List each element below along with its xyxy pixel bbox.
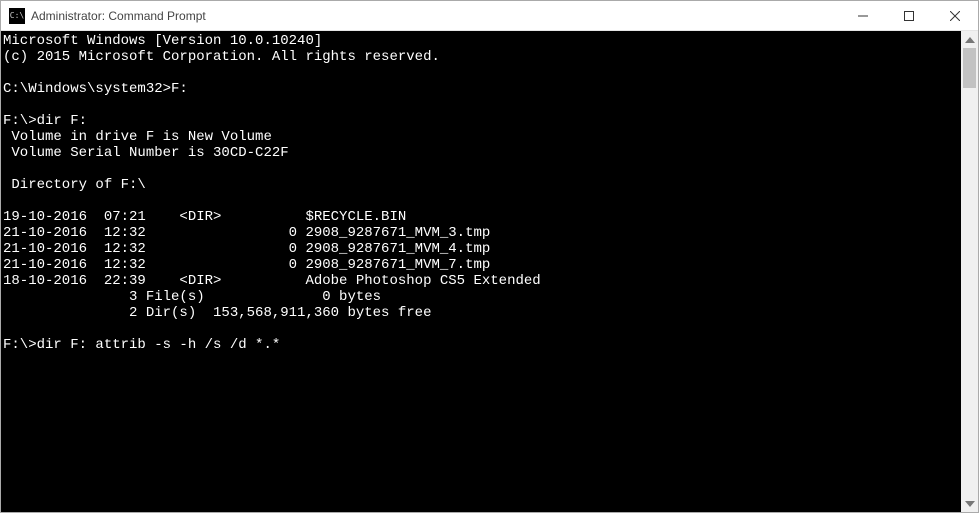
scroll-down-icon[interactable] [961, 495, 978, 512]
terminal-line: Microsoft Windows [Version 10.0.10240] [3, 33, 961, 49]
terminal-line: 21-10-2016 12:32 0 2908_9287671_MVM_4.tm… [3, 241, 961, 257]
terminal-line: 3 File(s) 0 bytes [3, 289, 961, 305]
terminal-line: 21-10-2016 12:32 0 2908_9287671_MVM_7.tm… [3, 257, 961, 273]
terminal-area: Microsoft Windows [Version 10.0.10240](c… [1, 31, 978, 512]
terminal-line: Volume in drive F is New Volume [3, 129, 961, 145]
terminal-line: C:\Windows\system32>F: [3, 81, 961, 97]
terminal-line: 18-10-2016 22:39 <DIR> Adobe Photoshop C… [3, 273, 961, 289]
terminal-line: F:\>dir F: [3, 113, 961, 129]
titlebar[interactable]: C:\ Administrator: Command Prompt [1, 1, 978, 31]
window-controls [840, 1, 978, 30]
terminal-line: Directory of F:\ [3, 177, 961, 193]
terminal-line: 21-10-2016 12:32 0 2908_9287671_MVM_3.tm… [3, 225, 961, 241]
terminal-line: Volume Serial Number is 30CD-C22F [3, 145, 961, 161]
minimize-button[interactable] [840, 1, 886, 30]
scroll-thumb[interactable] [963, 48, 976, 88]
scroll-track[interactable] [961, 48, 978, 495]
cmd-icon: C:\ [9, 8, 25, 24]
terminal-line: 19-10-2016 07:21 <DIR> $RECYCLE.BIN [3, 209, 961, 225]
scrollbar[interactable] [961, 31, 978, 512]
terminal-output[interactable]: Microsoft Windows [Version 10.0.10240](c… [1, 31, 961, 512]
terminal-line: 2 Dir(s) 153,568,911,360 bytes free [3, 305, 961, 321]
terminal-line [3, 193, 961, 209]
scroll-up-icon[interactable] [961, 31, 978, 48]
terminal-line [3, 65, 961, 81]
terminal-line: F:\>dir F: attrib -s -h /s /d *.* [3, 337, 961, 353]
terminal-line [3, 161, 961, 177]
window-title: Administrator: Command Prompt [31, 9, 840, 23]
maximize-button[interactable] [886, 1, 932, 30]
close-button[interactable] [932, 1, 978, 30]
terminal-line: (c) 2015 Microsoft Corporation. All righ… [3, 49, 961, 65]
terminal-line [3, 321, 961, 337]
terminal-line [3, 97, 961, 113]
